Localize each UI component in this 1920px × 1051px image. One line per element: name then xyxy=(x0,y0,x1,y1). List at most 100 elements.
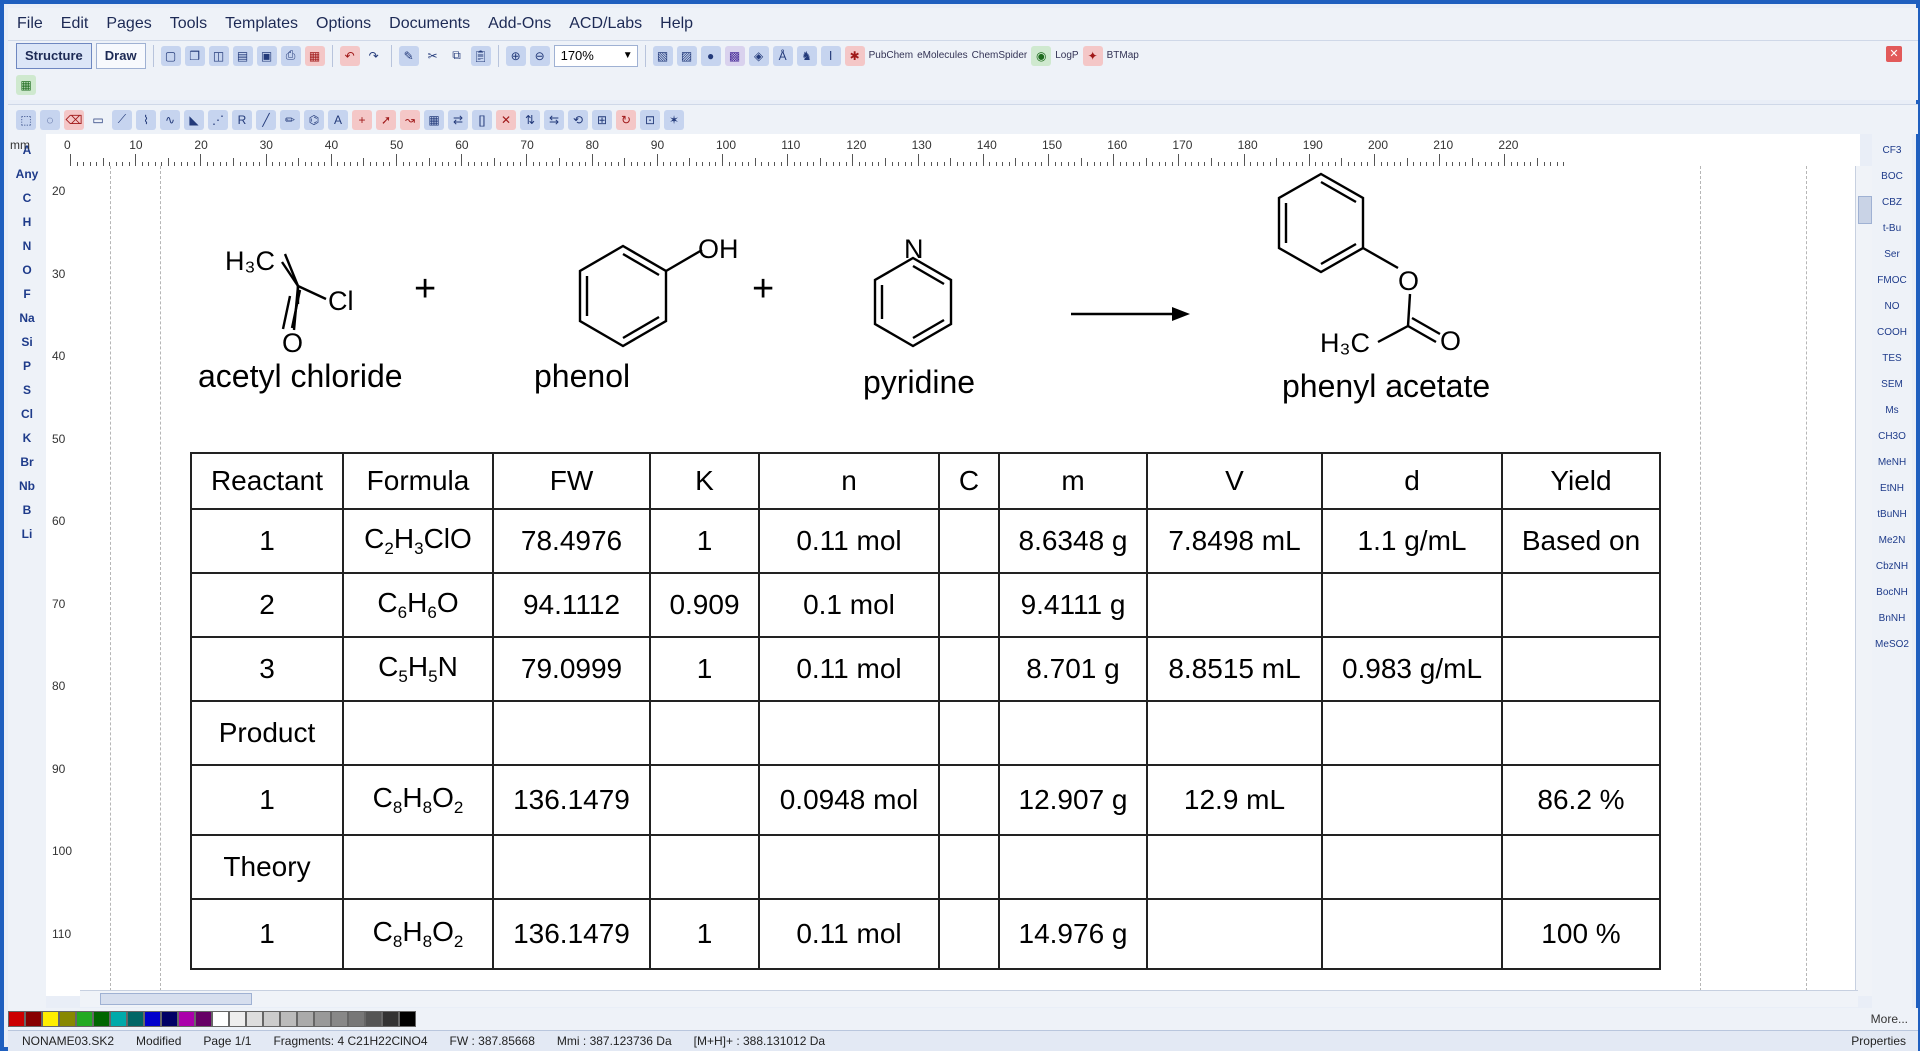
table-cell[interactable] xyxy=(1501,572,1661,638)
table-cell[interactable] xyxy=(938,508,1000,574)
color-swatch[interactable] xyxy=(59,1011,76,1027)
print-icon[interactable]: ⎙ xyxy=(280,45,301,66)
table-cell[interactable] xyxy=(1146,572,1323,638)
formula-cell[interactable]: C2H3ClO xyxy=(342,508,494,574)
hash-bond-icon[interactable]: ⋰ xyxy=(208,109,228,130)
table-cell[interactable]: 0.11 mol xyxy=(758,508,940,574)
group-button[interactable]: BocNH xyxy=(1876,582,1908,604)
atom-button[interactable]: C xyxy=(23,188,32,208)
pubchem-button[interactable]: PubChem xyxy=(869,50,913,61)
table-cell[interactable] xyxy=(342,700,494,766)
table-cell[interactable]: 0.11 mol xyxy=(758,636,940,702)
atom-button[interactable]: N xyxy=(23,236,32,256)
table-cell[interactable] xyxy=(1321,572,1503,638)
formula-cell[interactable]: C5H5N xyxy=(342,636,494,702)
table-cell[interactable] xyxy=(758,834,940,900)
color-swatch[interactable] xyxy=(314,1011,331,1027)
color-swatch[interactable] xyxy=(127,1011,144,1027)
table-cell[interactable]: 1 xyxy=(649,636,760,702)
vertical-scrollbar[interactable] xyxy=(1855,166,1872,996)
color-swatch[interactable] xyxy=(8,1011,25,1027)
group-button[interactable]: MeSO2 xyxy=(1875,634,1909,656)
menu-file[interactable]: File xyxy=(8,15,52,33)
image-icon[interactable]: ▨ xyxy=(676,45,697,66)
atom-button[interactable]: K xyxy=(23,428,32,448)
menu-pages[interactable]: Pages xyxy=(97,15,160,33)
equilibrium-icon[interactable]: ⇄ xyxy=(448,109,468,130)
atom-button[interactable]: Na xyxy=(19,308,34,328)
close-icon[interactable]: ✕ xyxy=(1886,46,1902,62)
more-colors-button[interactable]: More... xyxy=(1871,1012,1908,1026)
table-cell[interactable]: 78.4976 xyxy=(492,508,651,574)
table-cell[interactable] xyxy=(649,700,760,766)
table-cell[interactable]: 0.983 g/mL xyxy=(1321,636,1503,702)
table-cell[interactable]: 3 xyxy=(190,636,344,702)
table-cell[interactable]: 1.1 g/mL xyxy=(1321,508,1503,574)
bracket-icon[interactable]: [] xyxy=(472,109,492,130)
color-swatch[interactable] xyxy=(25,1011,42,1027)
emolecules-button[interactable]: eMolecules xyxy=(917,50,968,61)
table-cell[interactable] xyxy=(1146,898,1323,970)
group-icon[interactable]: ⊡ xyxy=(640,109,660,130)
table-cell[interactable]: Based on xyxy=(1501,508,1661,574)
flip-vertical-icon[interactable]: ⇅ xyxy=(520,109,540,130)
table-cell[interactable] xyxy=(1146,834,1323,900)
wavy-bond-icon[interactable]: ∿ xyxy=(160,109,180,130)
formula-cell[interactable]: C6H6O xyxy=(342,572,494,638)
color-swatch[interactable] xyxy=(212,1011,229,1027)
table-cell[interactable]: 100 % xyxy=(1501,898,1661,970)
line-icon[interactable]: ╱ xyxy=(256,109,276,130)
table-cell[interactable] xyxy=(1501,700,1661,766)
refresh-icon[interactable]: ↻ xyxy=(616,109,636,130)
pen-icon[interactable]: ✏ xyxy=(280,109,300,130)
menu-add-ons[interactable]: Add-Ons xyxy=(479,15,560,33)
table-cell[interactable]: Product xyxy=(190,700,344,766)
table-cell[interactable] xyxy=(938,700,1000,766)
page-icon[interactable]: ◫ xyxy=(208,45,229,66)
group-button[interactable]: BOC xyxy=(1881,166,1903,188)
new-page-icon[interactable]: ▢ xyxy=(160,45,181,66)
color-swatch[interactable] xyxy=(297,1011,314,1027)
table-cell[interactable] xyxy=(998,700,1148,766)
table-cell[interactable] xyxy=(938,898,1000,970)
flip-horizontal-icon[interactable]: ⇆ xyxy=(544,109,564,130)
atom-button[interactable]: H xyxy=(23,212,32,232)
table-cell[interactable]: 8.701 g xyxy=(998,636,1148,702)
table-cell[interactable] xyxy=(1501,636,1661,702)
table-cell[interactable] xyxy=(998,834,1148,900)
color-swatch[interactable] xyxy=(280,1011,297,1027)
table-cell[interactable] xyxy=(1321,700,1503,766)
table-cell[interactable] xyxy=(938,834,1000,900)
iupac-icon[interactable]: Ⅰ xyxy=(820,45,841,66)
table-cell[interactable]: 1 xyxy=(190,898,344,970)
color-swatch[interactable] xyxy=(331,1011,348,1027)
formula-cell[interactable]: C8H8O2 xyxy=(342,764,494,836)
formula-cell[interactable]: C8H8O2 xyxy=(342,898,494,970)
chemspider-button[interactable]: ChemSpider xyxy=(972,50,1028,61)
color-swatch[interactable] xyxy=(399,1011,416,1027)
color-swatch[interactable] xyxy=(144,1011,161,1027)
save-icon[interactable]: ▣ xyxy=(256,45,277,66)
table-cell[interactable]: 136.1479 xyxy=(492,764,651,836)
color-swatch[interactable] xyxy=(110,1011,127,1027)
color-swatch[interactable] xyxy=(229,1011,246,1027)
table-cell[interactable]: 1 xyxy=(190,764,344,836)
menu-help[interactable]: Help xyxy=(651,15,702,33)
group-button[interactable]: Ms xyxy=(1885,400,1898,422)
select-icon[interactable]: ⬚ xyxy=(16,109,36,130)
table-cell[interactable] xyxy=(758,700,940,766)
copy-icon[interactable]: ⧉ xyxy=(447,46,467,66)
eraser-icon[interactable]: ⌫ xyxy=(64,109,84,130)
bond-icon[interactable]: ⟋ xyxy=(112,109,132,130)
atom-button[interactable]: Si xyxy=(21,332,32,352)
zoom-in-icon[interactable]: ⊕ xyxy=(505,45,526,66)
plus-icon[interactable]: + xyxy=(352,109,372,130)
no-structure-icon[interactable]: ✕ xyxy=(496,109,516,130)
color-swatch[interactable] xyxy=(246,1011,263,1027)
table-cell[interactable] xyxy=(649,834,760,900)
charge-icon[interactable]: A xyxy=(328,109,348,130)
table-cell[interactable] xyxy=(342,834,494,900)
table-cell[interactable] xyxy=(492,834,651,900)
table-cell[interactable]: 1 xyxy=(649,898,760,970)
color-swatch[interactable] xyxy=(263,1011,280,1027)
